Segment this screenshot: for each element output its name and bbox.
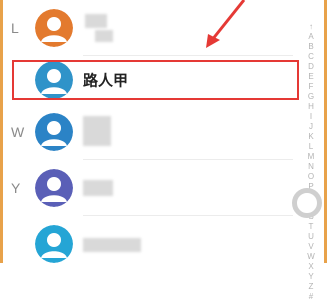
- index-letter[interactable]: V: [308, 242, 313, 252]
- index-letter[interactable]: ↑: [309, 22, 313, 32]
- highlight-box: [12, 60, 299, 100]
- blurred-name: [85, 14, 107, 28]
- index-letter[interactable]: J: [309, 122, 313, 132]
- index-letter[interactable]: O: [308, 172, 314, 182]
- index-letter[interactable]: D: [308, 62, 314, 72]
- index-letter[interactable]: K: [308, 132, 313, 142]
- index-letter[interactable]: E: [308, 72, 313, 82]
- avatar: [35, 9, 73, 47]
- index-letter[interactable]: C: [308, 52, 314, 62]
- index-letter[interactable]: A: [308, 32, 313, 42]
- index-letter[interactable]: M: [308, 152, 315, 162]
- index-letter[interactable]: N: [308, 162, 314, 172]
- blurred-name: [83, 238, 141, 252]
- contact-row[interactable]: L: [3, 0, 303, 56]
- red-arrow-icon: [206, 0, 246, 48]
- index-letter[interactable]: T: [309, 222, 314, 232]
- avatar: [35, 169, 73, 207]
- blurred-name: [95, 30, 113, 42]
- section-letter: L: [11, 20, 19, 36]
- index-letter[interactable]: H: [308, 102, 314, 112]
- index-letter[interactable]: L: [309, 142, 313, 152]
- scroll-knob[interactable]: [292, 188, 322, 218]
- index-letter[interactable]: I: [310, 112, 312, 122]
- index-letter[interactable]: G: [308, 92, 314, 102]
- index-letter[interactable]: W: [307, 252, 315, 262]
- section-letter: Y: [11, 180, 21, 196]
- contact-row[interactable]: [3, 216, 303, 272]
- index-letter[interactable]: Z: [309, 282, 314, 292]
- index-letter[interactable]: F: [309, 82, 314, 92]
- section-letter: W: [11, 124, 25, 140]
- index-letter[interactable]: B: [308, 42, 313, 52]
- blurred-name: [83, 180, 113, 196]
- contact-row[interactable]: Y: [3, 160, 303, 216]
- index-letter[interactable]: #: [309, 292, 313, 302]
- index-letter[interactable]: X: [308, 262, 313, 272]
- contact-row[interactable]: W: [3, 104, 303, 160]
- blurred-name: [83, 116, 111, 146]
- alphabet-index[interactable]: ↑ABCDEFGHIJKLMNOPQRSTUVWXYZ#: [303, 22, 319, 301]
- avatar: [35, 225, 73, 263]
- avatar: [35, 113, 73, 151]
- index-letter[interactable]: Y: [308, 272, 313, 282]
- index-letter[interactable]: U: [308, 232, 314, 242]
